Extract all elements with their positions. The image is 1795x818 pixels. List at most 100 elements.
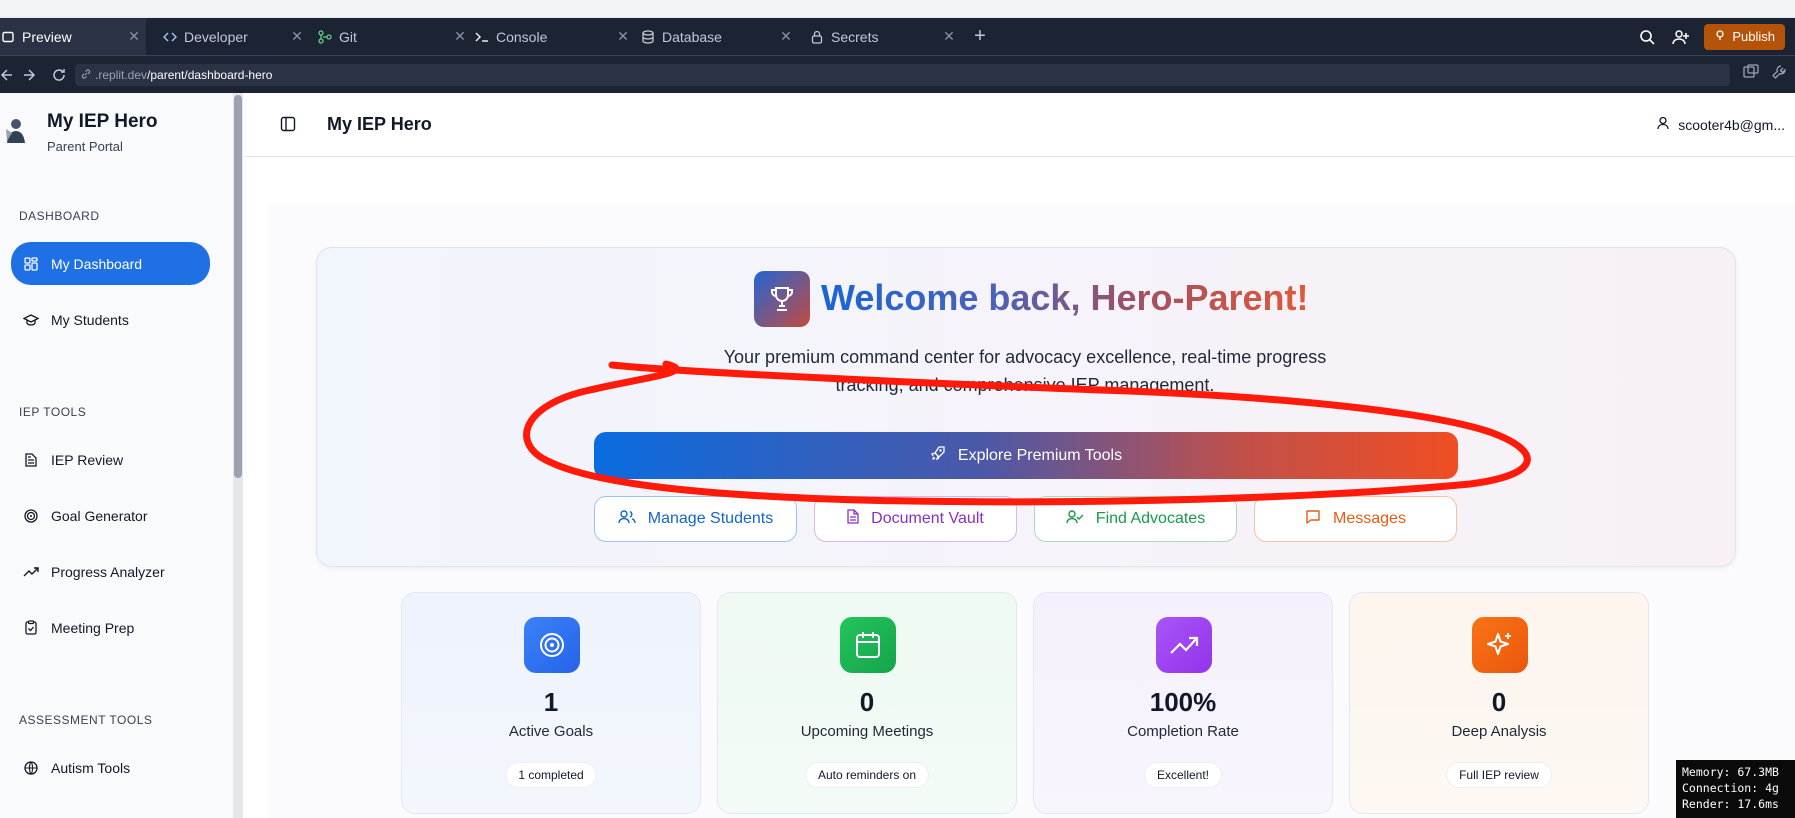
- devtools-wrench-icon[interactable]: [1771, 64, 1787, 85]
- brand-title: My IEP Hero: [47, 111, 158, 132]
- user-check-icon: [1066, 509, 1084, 529]
- sidebar-item-meeting-prep[interactable]: Meeting Prep: [11, 606, 210, 649]
- stat-value: 0: [859, 687, 875, 717]
- close-icon[interactable]: ✕: [937, 28, 961, 45]
- performance-overlay: Memory: 67.3MB Connection: 4g Render: 17…: [1676, 760, 1795, 818]
- terminal-icon: [474, 29, 490, 45]
- logo-icon: [2, 115, 36, 149]
- calendar-icon: [840, 617, 896, 673]
- stat-label: Completion Rate: [1127, 723, 1239, 740]
- close-icon[interactable]: ✕: [611, 28, 635, 45]
- tab-label: Git: [339, 28, 357, 45]
- sidebar-item-progress-analyzer[interactable]: Progress Analyzer: [11, 550, 210, 593]
- stat-label: Deep Analysis: [1451, 723, 1547, 740]
- close-icon[interactable]: ✕: [774, 28, 798, 45]
- memory-readout: Memory: 67.3MB: [1682, 765, 1779, 779]
- grid-icon: [23, 256, 39, 272]
- find-advocates-button[interactable]: Find Advocates: [1034, 496, 1237, 542]
- sidebar-item-my-students[interactable]: My Students: [11, 298, 210, 341]
- forward-icon[interactable]: [16, 61, 44, 89]
- trending-up-icon: [23, 564, 39, 580]
- preview-url-bar: .replit.dev/parent/dashboard-hero: [0, 55, 1795, 93]
- sidebar-item-my-dashboard[interactable]: My Dashboard: [11, 242, 210, 285]
- url-path: /parent/dashboard-hero: [147, 68, 273, 82]
- tab-developer[interactable]: Developer ✕: [146, 18, 309, 55]
- stat-label: Upcoming Meetings: [800, 723, 934, 740]
- users-icon: [618, 509, 636, 529]
- graduation-cap-icon: [23, 312, 39, 328]
- close-icon[interactable]: ✕: [285, 28, 309, 45]
- sidebar-item-autism-tools[interactable]: Autism Tools: [11, 746, 210, 789]
- new-window-icon[interactable]: [1743, 64, 1759, 85]
- tab-label: Database: [662, 28, 722, 45]
- sidebar-item-iep-review[interactable]: IEP Review: [11, 438, 210, 481]
- sidebar-item-goal-generator[interactable]: Goal Generator: [11, 494, 210, 537]
- stat-value: 1: [543, 687, 559, 717]
- messages-button[interactable]: Messages: [1254, 496, 1457, 542]
- lock-icon: [809, 29, 825, 45]
- document-icon: [23, 452, 39, 468]
- url-host: .replit.dev: [95, 68, 148, 82]
- stat-value: 100%: [1149, 687, 1217, 717]
- stat-card-active-goals[interactable]: 1 Active Goals 1 completed: [401, 592, 701, 814]
- explore-premium-tools-button[interactable]: Explore Premium Tools: [594, 432, 1458, 479]
- invite-user-icon[interactable]: [1670, 26, 1692, 48]
- stat-badge: Full IEP review: [1447, 763, 1551, 787]
- url-field[interactable]: .replit.dev/parent/dashboard-hero: [75, 64, 1730, 86]
- page-title: My IEP Hero: [327, 114, 432, 134]
- stat-card-deep-analysis[interactable]: 0 Deep Analysis Full IEP review: [1349, 592, 1649, 814]
- os-top-strip: [0, 0, 1795, 18]
- url-bar-actions: [1743, 64, 1787, 85]
- quick-action-label: Messages: [1333, 510, 1406, 527]
- sidebar-brand[interactable]: My IEP Hero Parent Portal: [0, 111, 158, 154]
- sidebar-item-label: Progress Analyzer: [51, 563, 165, 580]
- sidebar-item-label: Goal Generator: [51, 507, 148, 524]
- section-assessment-tools-title: ASSESSMENT TOOLS: [19, 713, 153, 727]
- tab-label: Console: [496, 28, 548, 45]
- globe-icon: [23, 760, 39, 776]
- search-icon[interactable]: [1636, 26, 1658, 48]
- close-icon[interactable]: ✕: [122, 28, 146, 45]
- tab-secrets[interactable]: Secrets ✕: [798, 18, 961, 55]
- user-email: scooter4b@gm...: [1678, 116, 1785, 133]
- sidebar-toggle-icon[interactable]: [280, 116, 298, 134]
- publish-button[interactable]: Publish: [1704, 23, 1785, 50]
- trending-up-icon: [1156, 617, 1212, 673]
- app-header: My IEP Hero scooter4b@gm...: [243, 93, 1795, 157]
- hero-subtitle: Your premium command center for advocacy…: [723, 347, 1327, 395]
- user-icon: [1656, 116, 1670, 133]
- sidebar-scrollbar-thumb[interactable]: [234, 95, 242, 478]
- database-icon: [640, 29, 656, 45]
- tab-label: Preview: [22, 28, 72, 45]
- sidebar: My IEP Hero Parent Portal DASHBOARD My D…: [0, 93, 236, 818]
- stat-card-upcoming-meetings[interactable]: 0 Upcoming Meetings Auto reminders on: [717, 592, 1017, 814]
- stat-label: Active Goals: [508, 723, 594, 740]
- connection-readout: Connection: 4g: [1682, 781, 1779, 795]
- tab-preview[interactable]: Preview ✕: [0, 18, 146, 55]
- sidebar-item-label: IEP Review: [51, 451, 124, 468]
- tab-console[interactable]: Console ✕: [472, 18, 635, 55]
- render-readout: Render: 17.6ms: [1682, 797, 1779, 811]
- quick-action-label: Document Vault: [871, 510, 984, 527]
- quick-action-label: Manage Students: [647, 510, 774, 527]
- tab-label: Secrets: [831, 28, 879, 45]
- quick-action-label: Find Advocates: [1095, 510, 1206, 527]
- welcome-heading: Welcome back, Hero-Parent!: [821, 277, 1309, 318]
- message-icon: [1305, 509, 1321, 529]
- code-icon: [162, 29, 178, 45]
- section-dashboard-title: DASHBOARD: [19, 209, 100, 223]
- stat-card-completion-rate[interactable]: 100% Completion Rate Excellent!: [1033, 592, 1333, 814]
- clipboard-check-icon: [23, 620, 39, 636]
- close-icon[interactable]: ✕: [448, 28, 472, 45]
- user-menu[interactable]: scooter4b@gm...: [1656, 116, 1785, 133]
- ide-tab-bar: Preview ✕ Developer ✕ Git ✕ Console ✕ Da…: [0, 18, 1795, 55]
- link-icon: [81, 68, 91, 82]
- tab-git[interactable]: Git ✕: [309, 18, 472, 55]
- tab-database[interactable]: Database ✕: [635, 18, 798, 55]
- add-tab-button[interactable]: +: [965, 25, 995, 48]
- manage-students-button[interactable]: Manage Students: [594, 496, 797, 542]
- sparkles-icon: [1472, 617, 1528, 673]
- target-icon: [23, 508, 39, 524]
- document-vault-button[interactable]: Document Vault: [814, 496, 1017, 542]
- reload-icon[interactable]: [45, 61, 73, 89]
